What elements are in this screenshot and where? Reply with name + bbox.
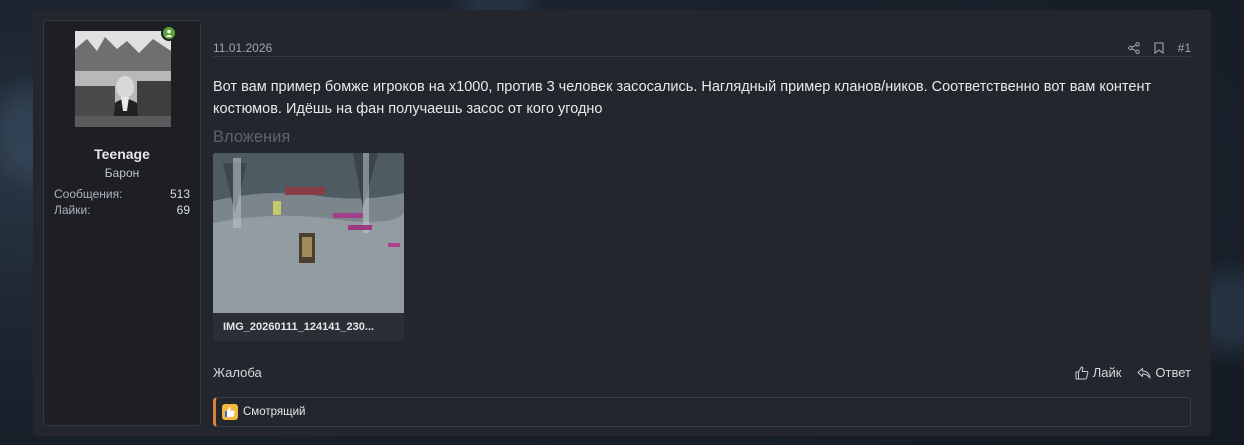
post-header: 11.01.2026 #1 xyxy=(213,32,1191,57)
attachments-heading: Вложения xyxy=(213,128,291,146)
user-title: Барон xyxy=(104,166,140,180)
share-icon[interactable] xyxy=(1127,42,1140,54)
attachment-thumbnail[interactable] xyxy=(213,153,404,313)
post-number-link[interactable]: #1 xyxy=(1178,41,1191,55)
username[interactable]: Teenage xyxy=(44,146,200,162)
user-silhouette-icon xyxy=(165,29,173,37)
post-date[interactable]: 11.01.2026 xyxy=(213,41,272,55)
reaction-user[interactable]: Смотрящий xyxy=(243,406,305,418)
thumbs-up-icon xyxy=(1075,365,1089,379)
avatar-image xyxy=(75,31,171,127)
reply-button[interactable]: Ответ xyxy=(1137,365,1191,380)
reply-label: Ответ xyxy=(1155,365,1191,380)
forum-post: Teenage Барон Сообщения: 513 Лайки: 69 1… xyxy=(33,10,1211,436)
reply-icon xyxy=(1137,367,1151,378)
post-footer: Жалоба Лайк Ответ xyxy=(213,365,1191,383)
report-link[interactable]: Жалоба xyxy=(213,365,262,380)
post-main: 11.01.2026 #1 Вот вам пример бомже игрок… xyxy=(213,20,1191,427)
like-reaction-icon xyxy=(222,404,238,420)
stat-likes: Лайки: 69 xyxy=(54,203,190,217)
avatar-wrapper[interactable] xyxy=(75,25,177,127)
reactions-bar[interactable]: Смотрящий xyxy=(213,397,1191,427)
stat-label: Лайки: xyxy=(54,203,91,217)
online-status-icon xyxy=(161,25,177,41)
attachment-card[interactable]: IMG_20260111_124141_230... xyxy=(213,153,404,341)
post-message: Вот вам пример бомже игроков на х1000, п… xyxy=(213,79,1152,117)
like-button[interactable]: Лайк xyxy=(1075,365,1122,380)
post-header-actions: #1 xyxy=(1127,41,1191,55)
attachment-filename[interactable]: IMG_20260111_124141_230... xyxy=(223,321,374,333)
attachment-image xyxy=(213,153,404,313)
bookmark-icon[interactable] xyxy=(1154,42,1164,54)
post-actions: Лайк Ответ xyxy=(1075,365,1191,380)
stat-messages: Сообщения: 513 xyxy=(54,187,190,201)
stat-label: Сообщения: xyxy=(54,187,123,201)
user-info-panel: Teenage Барон Сообщения: 513 Лайки: 69 xyxy=(43,20,201,426)
stat-value: 513 xyxy=(169,187,190,201)
avatar[interactable] xyxy=(75,31,171,127)
stat-value: 69 xyxy=(176,203,190,217)
like-label: Лайк xyxy=(1092,365,1122,380)
